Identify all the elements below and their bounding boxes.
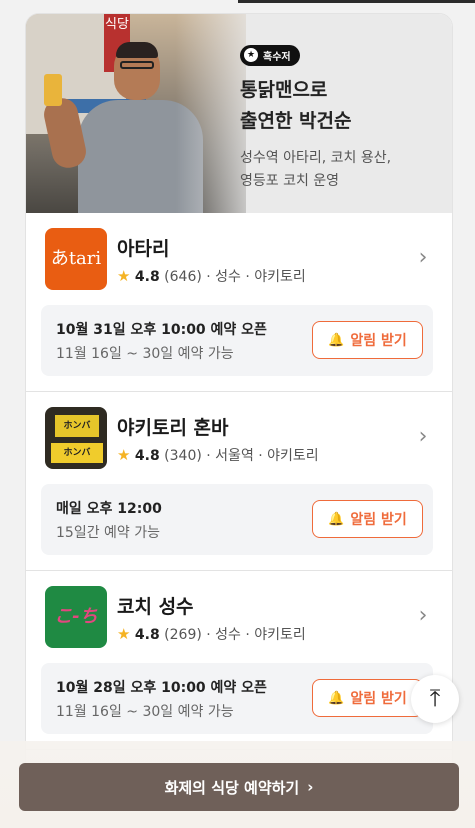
star-icon: ★ <box>117 446 131 464</box>
review-count: (340) <box>164 448 202 464</box>
hero-subtitle: 성수역 아타리, 코치 용산, 영등포 코치 운영 <box>240 147 445 193</box>
restaurant-logo: あtari <box>45 228 107 290</box>
alarm-button-label: 알림 받기 <box>350 691 407 707</box>
feature-card: 식당 ★ 흑수저 통닭맨으로 출연한 박건순 성수역 아타리, 코치 용산, 영… <box>25 13 453 828</box>
alarm-button-label: 알림 받기 <box>350 333 407 349</box>
reservation-available: 11월 16일 ~ 30일 예약 가능 <box>56 346 234 362</box>
reservation-available: 15일간 예약 가능 <box>56 525 160 541</box>
restaurant-item: こ-ち 코치 성수 ★ 4.8 (269) · 성수 · 야키토리 › 10월 … <box>26 571 452 750</box>
alarm-button[interactable]: 🔔 알림 받기 <box>312 500 423 538</box>
hero-title-line1: 통닭맨으로 <box>240 78 328 101</box>
reservation-available: 11월 16일 ~ 30일 예약 가능 <box>56 704 234 720</box>
top-divider <box>238 0 475 3</box>
logo-sign: ホンバ <box>51 443 103 463</box>
reservation-info: 10월 28일 오후 10:00 예약 오픈 11월 16일 ~ 30일 예약 … <box>41 663 433 734</box>
rating-value: 4.8 <box>134 627 160 643</box>
category-badge: ★ 흑수저 <box>240 44 300 66</box>
reserve-button[interactable]: 화제의 식당 예약하기 › <box>19 763 459 811</box>
hero-subtitle-line1: 성수역 아타리, 코치 용산, <box>240 149 392 166</box>
reserve-button-label: 화제의 식당 예약하기 <box>164 778 300 797</box>
restaurant-meta: ★ 4.8 (646) · 성수 · 야키토리 <box>117 266 306 286</box>
chevron-right-icon[interactable]: › <box>413 246 433 270</box>
star-icon: ★ <box>117 267 131 285</box>
tv-icon: ★ <box>244 48 258 62</box>
star-icon: ★ <box>117 625 131 643</box>
hero-subtitle-line2: 영등포 코치 운영 <box>240 172 340 189</box>
rating-value: 4.8 <box>134 269 160 285</box>
alarm-button-label: 알림 받기 <box>350 512 407 528</box>
reservation-info: 10월 31일 오후 10:00 예약 오픈 11월 16일 ~ 30일 예약 … <box>41 305 433 376</box>
restaurant-name: 코치 성수 <box>117 596 194 618</box>
alarm-button[interactable]: 🔔 알림 받기 <box>312 679 423 717</box>
reservation-open-time: 매일 오후 12:00 <box>56 501 162 517</box>
restaurant-name: 야키토리 혼바 <box>117 417 229 439</box>
badge-label: 흑수저 <box>263 51 291 63</box>
hero-title-line2: 출연한 박건순 <box>240 109 352 132</box>
restaurant-item: ホンバ ホンバ 야키토리 혼바 ★ 4.8 (340) · 서울역 · 야키토리… <box>26 392 452 571</box>
restaurant-meta: ★ 4.8 (269) · 성수 · 야키토리 <box>117 624 306 644</box>
hero-banner[interactable]: 식당 ★ 흑수저 통닭맨으로 출연한 박건순 성수역 아타리, 코치 용산, 영… <box>26 14 452 213</box>
location-category: · 성수 · 야키토리 <box>206 627 306 643</box>
chevron-right-icon[interactable]: › <box>413 604 433 628</box>
photo-hair <box>116 42 158 58</box>
bell-icon: 🔔 <box>328 332 345 348</box>
restaurant-meta: ★ 4.8 (340) · 서울역 · 야키토리 <box>117 445 319 465</box>
bell-icon: 🔔 <box>328 511 345 527</box>
reservation-info: 매일 오후 12:00 15일간 예약 가능 🔔 알림 받기 <box>41 484 433 555</box>
location-category: · 성수 · 야키토리 <box>206 269 306 285</box>
photo-glasses <box>120 61 154 69</box>
chevron-right-icon[interactable]: › <box>413 425 433 449</box>
hero-title: 통닭맨으로 출연한 박건순 <box>240 75 445 137</box>
restaurant-logo: こ-ち <box>45 586 107 648</box>
reservation-open-time: 10월 31일 오후 10:00 예약 오픈 <box>56 322 267 338</box>
restaurant-item: あtari 아타리 ★ 4.8 (646) · 성수 · 야키토리 › 10월 … <box>26 213 452 392</box>
chevron-right-icon: › <box>307 778 314 796</box>
rating-value: 4.8 <box>134 448 160 464</box>
logo-sign: ホンバ <box>55 415 99 437</box>
scroll-to-top-button[interactable]: ⤒ <box>411 675 459 723</box>
hero-text: ★ 흑수저 통닭맨으로 출연한 박건순 성수역 아타리, 코치 용산, 영등포 … <box>240 42 445 193</box>
arrow-up-icon: ⤒ <box>429 684 441 712</box>
location-category: · 서울역 · 야키토리 <box>206 448 319 464</box>
restaurant-header[interactable]: ホンバ ホンバ 야키토리 혼바 ★ 4.8 (340) · 서울역 · 야키토리… <box>45 407 433 469</box>
bell-icon: 🔔 <box>328 690 345 706</box>
photo-beer-glass <box>44 74 62 106</box>
review-count: (269) <box>164 627 202 643</box>
restaurant-name: 아타리 <box>117 238 170 260</box>
restaurant-header[interactable]: あtari 아타리 ★ 4.8 (646) · 성수 · 야키토리 › <box>45 228 433 290</box>
review-count: (646) <box>164 269 202 285</box>
restaurant-header[interactable]: こ-ち 코치 성수 ★ 4.8 (269) · 성수 · 야키토리 › <box>45 586 433 648</box>
reservation-open-time: 10월 28일 오후 10:00 예약 오픈 <box>56 680 267 696</box>
restaurant-logo: ホンバ ホンバ <box>45 407 107 469</box>
bottom-bar: 화제의 식당 예약하기 › <box>0 741 475 828</box>
alarm-button[interactable]: 🔔 알림 받기 <box>312 321 423 359</box>
